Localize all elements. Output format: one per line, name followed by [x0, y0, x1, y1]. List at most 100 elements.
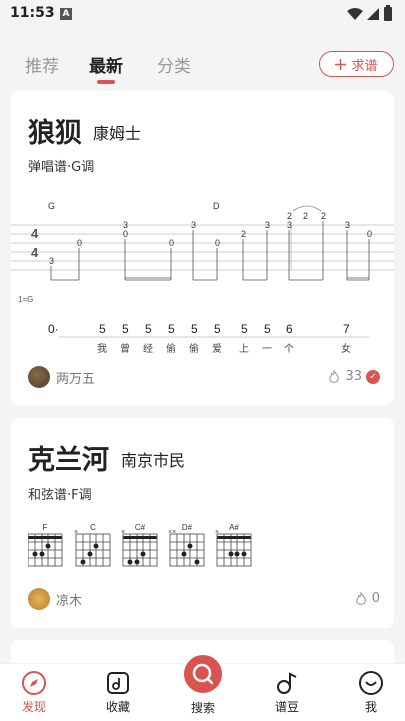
svg-text:××: ×× — [168, 529, 176, 536]
svg-text:×: × — [121, 529, 125, 536]
lyric: 我 — [97, 343, 107, 355]
likes-count: 0 — [371, 591, 380, 606]
nav-search[interactable] — [181, 652, 225, 696]
svg-text:×: × — [74, 529, 78, 536]
tab-active-indicator — [97, 80, 115, 84]
lyric: 个 — [284, 343, 294, 355]
note: 5 — [264, 322, 271, 336]
lyric: 偷 — [166, 342, 176, 355]
status-icons — [347, 5, 392, 21]
nav-label: 收藏 — [105, 700, 130, 714]
chord-diagrams: F C C# D# A# × × ×× × — [28, 523, 252, 567]
fret-number: 0 — [123, 229, 128, 239]
likes-count: 33 — [345, 369, 362, 384]
note: 5 — [241, 322, 248, 336]
note: 5 — [168, 322, 175, 336]
note: 5 — [99, 322, 106, 336]
author-row[interactable]: 凉木 — [28, 588, 82, 610]
lyric: 偷 — [189, 342, 199, 355]
song-type: 弹唱谱·G调 — [28, 160, 95, 175]
fret-number: 2 — [303, 211, 308, 221]
svg-text:×: × — [215, 529, 219, 536]
chord-name: F — [43, 523, 48, 532]
tab-category[interactable]: 分类 — [157, 52, 191, 77]
lyric: 经 — [143, 342, 153, 355]
author-name: 两万五 — [56, 371, 96, 387]
author-row[interactable]: 两万五 — [28, 366, 95, 388]
author-name: 凉木 — [56, 593, 83, 609]
note: 0· — [48, 322, 59, 336]
fret-number: 3 — [49, 256, 54, 266]
tab-latest[interactable]: 最新 — [89, 52, 123, 77]
chord-name: D# — [182, 523, 193, 532]
fret-number: 3 — [191, 220, 196, 230]
fret-number: 3 — [345, 220, 350, 230]
likes[interactable]: 33 ✓ — [327, 369, 380, 384]
chord-name: A# — [229, 523, 239, 532]
lyric: 上 — [239, 343, 249, 355]
song-type: 和弦谱·F调 — [28, 488, 92, 503]
note: 5 — [214, 322, 221, 336]
lyric: 爱 — [212, 342, 222, 355]
song-title: 狼狈 — [28, 118, 82, 149]
verified-check-icon: ✓ — [366, 369, 380, 384]
nav-discover[interactable]: 发现 — [9, 670, 59, 715]
avatar — [28, 366, 50, 388]
lyric: 一 — [262, 344, 272, 355]
wifi-icon — [347, 8, 363, 20]
nav-label: 发现 — [21, 700, 46, 714]
nav-beans[interactable]: 谱豆 — [262, 670, 312, 715]
flame-icon — [329, 369, 340, 383]
fret-number: 0 — [367, 229, 372, 239]
ask-for-tab-button[interactable]: 求谱 — [319, 51, 394, 77]
nav-me[interactable]: 我 — [346, 670, 396, 715]
notification-icon: A — [60, 8, 72, 20]
note: 5 — [191, 322, 198, 336]
avatar — [28, 588, 50, 610]
time-sig-bottom: 4 — [31, 245, 39, 260]
song-title: 克兰河 — [28, 445, 109, 476]
fret-number: 2 — [241, 229, 246, 239]
signal-icon — [367, 8, 379, 20]
key-label: 1=G — [18, 295, 33, 304]
chord-name: C — [90, 523, 96, 532]
status-time: 11:53 — [10, 5, 55, 21]
chord-name: C# — [135, 523, 146, 532]
lyric: 女 — [341, 342, 351, 355]
song-artist: 南京市民 — [121, 451, 186, 470]
flame-icon — [355, 591, 366, 605]
bottom-nav: 发现 收藏 搜索 谱豆 我 — [0, 652, 405, 721]
ask-button-label: 求谱 — [351, 58, 378, 74]
fret-number: 0 — [77, 238, 82, 248]
song-card[interactable]: 克兰河 南京市民 和弦谱·F调 F C C# D# A# × × ×× × 凉木… — [11, 418, 394, 628]
fret-number: 0 — [169, 238, 174, 248]
chord-label: G — [48, 201, 55, 211]
status-bar: 11:53 A — [0, 0, 405, 30]
song-card[interactable]: 狼狈 康姆士 弹唱谱·G调 G D 4 4 3 0 3 0 0 3 0 2 3 … — [11, 91, 394, 405]
fret-number: 3 — [287, 220, 292, 230]
nav-label: 谱豆 — [274, 700, 299, 714]
fret-number: 0 — [215, 238, 220, 248]
note: 5 — [122, 322, 129, 336]
tablature-preview: G D 4 4 3 0 3 0 0 3 0 2 3 2 3 2 2 3 0 1=… — [11, 201, 394, 304]
song-artist: 康姆士 — [93, 124, 142, 143]
numbered-notation: 0· 5 5 5 5 5 5 5 5 6 7 我 曾 经 偷 偷 爱 上 一 个… — [48, 322, 369, 355]
fret-number: 3 — [265, 220, 270, 230]
tab-recommend[interactable]: 推荐 — [25, 52, 59, 77]
nav-label: 我 — [364, 700, 377, 714]
time-sig-top: 4 — [31, 226, 39, 241]
lyric: 曾 — [120, 342, 130, 355]
fret-number: 2 — [321, 211, 326, 221]
note: 5 — [145, 322, 152, 336]
chord-label: D — [213, 201, 220, 211]
compass-icon — [22, 671, 46, 695]
face-icon — [359, 671, 383, 695]
music-note-icon — [277, 672, 297, 694]
likes[interactable]: 0 — [354, 591, 380, 606]
search-icon — [192, 663, 214, 685]
nav-label: 搜索 — [190, 701, 215, 715]
note: 6 — [286, 322, 293, 336]
nav-favorites[interactable]: 收藏 — [93, 670, 143, 715]
plus-icon — [335, 58, 347, 70]
note: 7 — [343, 322, 350, 336]
